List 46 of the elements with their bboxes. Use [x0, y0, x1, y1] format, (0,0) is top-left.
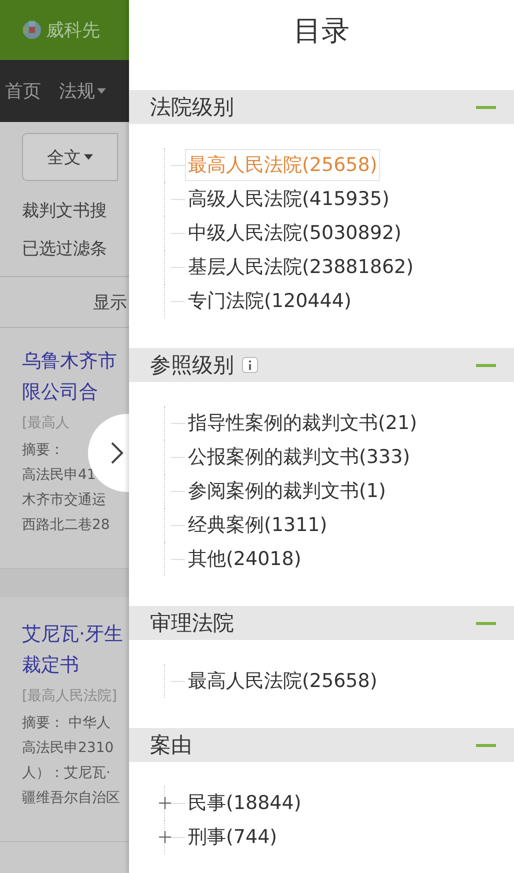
section-header[interactable]: 参照级别 [129, 348, 514, 382]
tree-item[interactable]: 基层人民法院(23881862) [185, 251, 417, 283]
tree-item[interactable]: 刑事(744) [185, 821, 280, 853]
abstract-text: 人）：艾尼瓦· [22, 764, 112, 783]
section-title: 参照级别 [150, 352, 234, 379]
tree-item[interactable]: 经典案例(1311) [185, 509, 330, 541]
show-label: 显示 [93, 292, 127, 314]
section-header[interactable]: 审理法院 [129, 606, 514, 640]
brand-name: 威科先 [46, 19, 100, 42]
section-title: 案由 [150, 732, 192, 759]
result-title[interactable]: 限公司合 [22, 377, 129, 408]
section-title: 审理法院 [150, 610, 234, 637]
info-text: 裁判文书搜 [21, 200, 108, 223]
tree-item[interactable]: 民事(18844) [185, 787, 304, 819]
nav-link[interactable]: 首页 [5, 79, 41, 103]
abstract-text: 高法民申41 [22, 466, 97, 485]
tree-item[interactable]: 专门法院(120444) [185, 285, 354, 317]
section-header[interactable]: 案由 [129, 728, 514, 762]
tree-item[interactable]: 其他(24018) [185, 543, 304, 575]
info-icon[interactable] [242, 357, 258, 373]
section-header[interactable]: 法院级别 [129, 90, 514, 124]
abstract-text: 木齐市交通运 [22, 491, 107, 510]
abstract-text: 高法民申2310 [22, 739, 115, 758]
logo-icon [22, 20, 42, 40]
tree-item[interactable]: 高级人民法院(415935) [185, 183, 392, 215]
drawer-title: 目录 [292, 13, 350, 49]
tree-item[interactable]: 中级人民法院(5030892) [185, 217, 404, 249]
section-title: 法院级别 [150, 94, 234, 121]
caret-icon [84, 154, 93, 160]
result-title[interactable]: 乌鲁木齐市 [22, 346, 129, 377]
info-text: 已选过滤条 [21, 238, 108, 261]
nav-link[interactable]: 法规 [59, 79, 106, 103]
tree-item[interactable]: 公报案例的裁判文书(333) [185, 441, 414, 473]
court-label: [最高人 [22, 414, 70, 433]
abstract-text: 摘要： [22, 441, 65, 460]
abstract-text: 西路北二巷28 [22, 516, 111, 535]
tree-item[interactable]: 指导性案例的裁判文书(21) [185, 407, 420, 439]
tree-item[interactable]: 参阅案例的裁判文书(1) [185, 475, 389, 507]
abstract-text: 疆维吾尔自治区 [22, 789, 121, 808]
result-title[interactable]: 艾尼瓦·牙生 [22, 619, 129, 650]
tree-item[interactable]: 最高人民法院(25658) [185, 665, 380, 697]
result-title[interactable]: 裁定书 [22, 650, 129, 681]
court-label: [最高人民法院] [22, 687, 118, 706]
caret-icon [97, 88, 106, 94]
scope-dropdown[interactable]: 全文 [22, 133, 118, 181]
abstract-text: 摘要： 中华人 [22, 714, 112, 733]
